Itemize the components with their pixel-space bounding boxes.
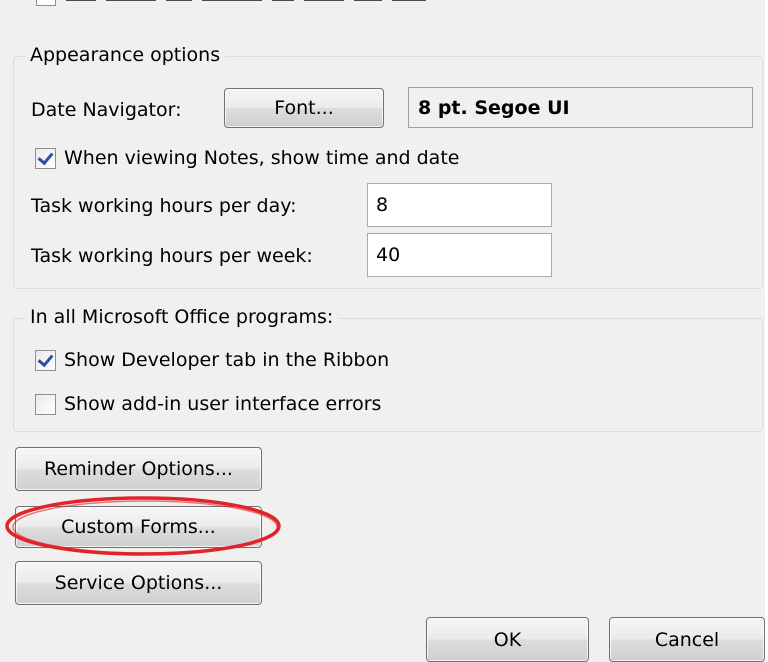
custom-forms-button[interactable]: Custom Forms... bbox=[15, 506, 262, 548]
developer-tab-checkbox[interactable] bbox=[35, 350, 56, 371]
custom-forms-label: Custom Forms... bbox=[61, 516, 216, 538]
cutoff-option-row bbox=[30, 0, 730, 8]
ok-button[interactable]: OK bbox=[426, 617, 589, 662]
addin-errors-label[interactable]: Show add-in user interface errors bbox=[64, 392, 381, 416]
cancel-label: Cancel bbox=[654, 628, 720, 651]
addin-errors-checkbox[interactable] bbox=[35, 394, 56, 415]
notes-time-date-checkbox[interactable] bbox=[35, 148, 56, 169]
service-options-button[interactable]: Service Options... bbox=[15, 561, 262, 605]
cutoff-option-label bbox=[66, 0, 486, 6]
reminder-options-button[interactable]: Reminder Options... bbox=[15, 447, 262, 491]
developer-tab-label[interactable]: Show Developer tab in the Ribbon bbox=[64, 348, 389, 372]
hours-per-day-value: 8 bbox=[376, 194, 389, 216]
notes-time-date-label[interactable]: When viewing Notes, show time and date bbox=[64, 146, 459, 170]
office-programs-legend: In all Microsoft Office programs: bbox=[25, 305, 339, 329]
font-value-display: 8 pt. Segoe UI bbox=[408, 87, 753, 128]
outlook-options-dialog: Appearance options Date Navigator: Font.… bbox=[0, 0, 768, 662]
font-button-label: Font... bbox=[274, 97, 334, 119]
cutoff-checkbox[interactable] bbox=[36, 0, 56, 6]
reminder-options-label: Reminder Options... bbox=[44, 458, 233, 480]
hours-per-week-label: Task working hours per week: bbox=[31, 245, 313, 267]
appearance-options-legend: Appearance options bbox=[25, 43, 226, 67]
hours-per-day-input[interactable]: 8 bbox=[367, 183, 552, 227]
font-value-text: 8 pt. Segoe UI bbox=[418, 96, 570, 119]
hours-per-week-input[interactable]: 40 bbox=[367, 233, 552, 277]
ok-label: OK bbox=[493, 628, 522, 651]
cancel-button[interactable]: Cancel bbox=[609, 617, 765, 662]
service-options-label: Service Options... bbox=[54, 572, 223, 594]
hours-per-week-value: 40 bbox=[376, 244, 401, 266]
font-button[interactable]: Font... bbox=[224, 88, 384, 128]
date-navigator-label: Date Navigator: bbox=[31, 99, 182, 121]
hours-per-day-label: Task working hours per day: bbox=[31, 195, 297, 217]
